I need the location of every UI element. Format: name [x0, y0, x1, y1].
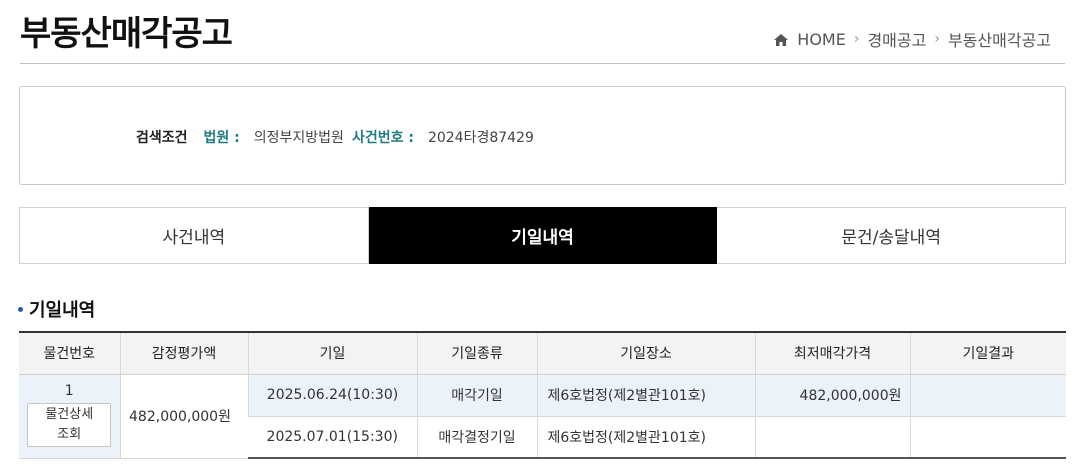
item-detail-button[interactable]: 물건상세 조회 [27, 402, 112, 447]
item-number: 1 [64, 382, 74, 399]
schedule-date: 2025.07.01(15:30) [248, 416, 417, 459]
header-place: 기일장소 [536, 331, 755, 375]
schedule-table: 물건번호 감정평가액 기일 기일종류 기일장소 최저매각가격 기일결과 1 물건… [19, 331, 1066, 459]
search-label: 검색조건 [136, 130, 188, 146]
breadcrumb: HOME › 경매공고 › 부동산매각공고 [773, 27, 1051, 51]
item-cell: 1 물건상세 조회 [19, 374, 120, 459]
schedule-min-price [754, 416, 910, 459]
tab-schedule-details[interactable]: 기일내역 [368, 207, 718, 264]
search-conditions-row: 검색조건 법원 : 의정부지방법원 사건번호 : 2024타경87429 [136, 127, 542, 147]
chevron-right-icon: › [934, 31, 940, 47]
schedule-type: 매각결정기일 [416, 416, 537, 459]
schedule-type: 매각기일 [416, 374, 537, 417]
appraisal-value: 482,000,000원 [119, 374, 248, 459]
section-title-text: 기일내역 [29, 300, 96, 321]
title-divider [20, 63, 1065, 64]
section-title: 기일내역 [18, 296, 95, 322]
schedule-result [909, 416, 1066, 459]
court-label: 법원 : [203, 130, 240, 146]
table-row: 1 물건상세 조회 482,000,000원 2025.06.24(10:30) … [19, 374, 1066, 459]
header-min-price: 최저매각가격 [754, 331, 910, 375]
header-item-no: 물건번호 [19, 331, 120, 375]
table-header-row: 물건번호 감정평가액 기일 기일종류 기일장소 최저매각가격 기일결과 [19, 331, 1066, 375]
breadcrumb-level2[interactable]: 부동산매각공고 [948, 27, 1051, 51]
tab-documents-delivery[interactable]: 문건/송달내역 [717, 207, 1067, 264]
chevron-right-icon: › [853, 31, 860, 47]
search-conditions-box: 검색조건 법원 : 의정부지방법원 사건번호 : 2024타경87429 [19, 86, 1066, 185]
schedule-date: 2025.06.24(10:30) [247, 374, 417, 417]
case-number-label: 사건번호 : [351, 130, 414, 146]
header-result: 기일결과 [909, 331, 1066, 375]
tab-case-details[interactable]: 사건내역 [19, 207, 369, 264]
schedule-place: 제6호법정(제2별관101호) [536, 416, 755, 459]
page-title: 부동산매각공고 [20, 14, 233, 54]
bullet-icon [18, 306, 23, 312]
home-icon[interactable] [773, 32, 789, 46]
case-number-value: 2024타경87429 [427, 130, 534, 146]
breadcrumb-home[interactable]: HOME [797, 30, 846, 49]
court-value: 의정부지방법원 [253, 130, 344, 146]
header-date: 기일 [247, 331, 417, 375]
breadcrumb-level1[interactable]: 경매공고 [867, 27, 926, 51]
tab-bar: 사건내역 기일내역 문건/송달내역 [19, 207, 1067, 264]
schedule-place: 제6호법정(제2별관101호) [536, 374, 755, 417]
schedule-min-price: 482,000,000원 [754, 374, 910, 417]
header-appraisal: 감정평가액 [119, 331, 248, 375]
schedule-result [909, 374, 1066, 417]
header-type: 기일종류 [416, 331, 537, 375]
